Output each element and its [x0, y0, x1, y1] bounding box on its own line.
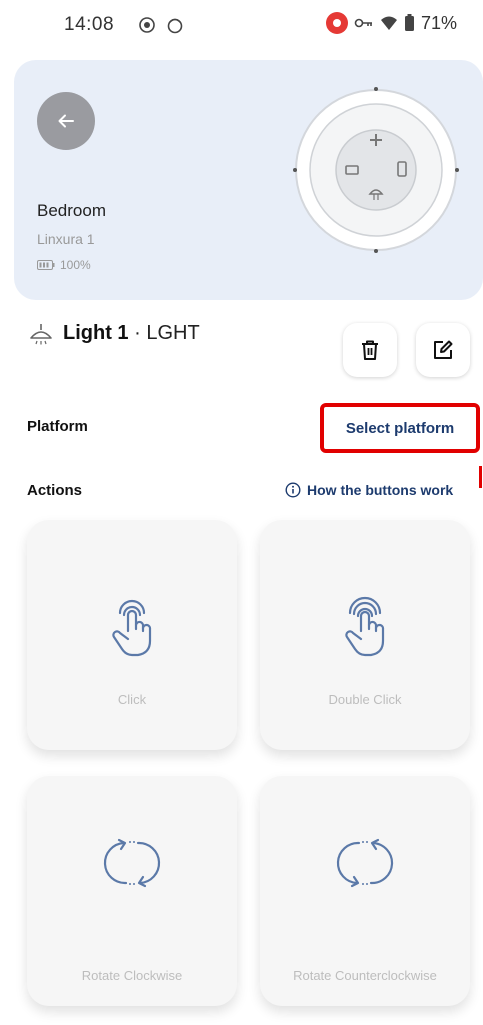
device-card: Bedroom Linxura 1 100%	[14, 60, 483, 300]
device-name: Bedroom	[37, 201, 106, 220]
delete-button[interactable]	[343, 323, 397, 377]
actions-label: Actions	[27, 482, 83, 499]
edit-icon	[434, 340, 453, 359]
action-label: Double Click	[328, 692, 402, 707]
action-tile-double-click[interactable]: Double Click	[260, 520, 470, 750]
status-system-icons: 71%	[325, 12, 457, 34]
action-label: Click	[117, 692, 147, 707]
edit-button[interactable]	[416, 323, 470, 377]
platform-label: Platform	[27, 418, 88, 435]
ceiling-light-icon	[30, 323, 52, 344]
battery-percent: 71%	[420, 12, 457, 33]
how-buttons-work-link[interactable]: How the buttons work	[285, 482, 453, 498]
info-icon	[285, 482, 301, 498]
tap-icon	[112, 599, 152, 657]
trash-icon	[362, 340, 378, 360]
status-time: 14:08	[64, 14, 115, 35]
status-notification-icons	[138, 16, 184, 34]
status-bar: 14:08 71%	[0, 0, 483, 60]
cast-icon	[139, 17, 155, 33]
wifi-icon	[380, 16, 397, 30]
select-platform-button[interactable]: Select platform	[320, 403, 480, 453]
smart-knob-image	[293, 87, 459, 253]
action-tile-click[interactable]: Click	[27, 520, 237, 750]
double-tap-icon	[345, 596, 385, 657]
light-title: Light 1	[63, 322, 129, 344]
highlight-marker	[479, 466, 482, 488]
recording-icon	[325, 12, 348, 34]
light-type: LGHT	[146, 322, 200, 344]
action-label: Rotate Counterclockwise	[293, 968, 437, 983]
light-separator: ·	[134, 322, 141, 344]
how-buttons-work-label: How the buttons work	[307, 482, 454, 498]
action-label: Rotate Clockwise	[81, 968, 183, 983]
device-battery: 100%	[37, 258, 91, 272]
action-tile-rotate-counterclockwise[interactable]: Rotate Counterclockwise	[260, 776, 470, 1006]
back-button[interactable]	[37, 92, 95, 150]
key-icon	[354, 18, 372, 28]
battery-icon	[404, 14, 414, 31]
rotate-clockwise-icon	[103, 838, 161, 888]
device-model: Linxura 1	[37, 231, 95, 247]
arrow-left-icon	[58, 114, 74, 128]
rotate-counterclockwise-icon	[336, 838, 394, 888]
device-battery-value: 100%	[60, 258, 91, 272]
action-tile-rotate-clockwise[interactable]: Rotate Clockwise	[27, 776, 237, 1006]
battery-icon	[37, 260, 55, 270]
sync-icon	[167, 18, 183, 34]
light-header: Light 1 · LGHT	[29, 322, 200, 345]
